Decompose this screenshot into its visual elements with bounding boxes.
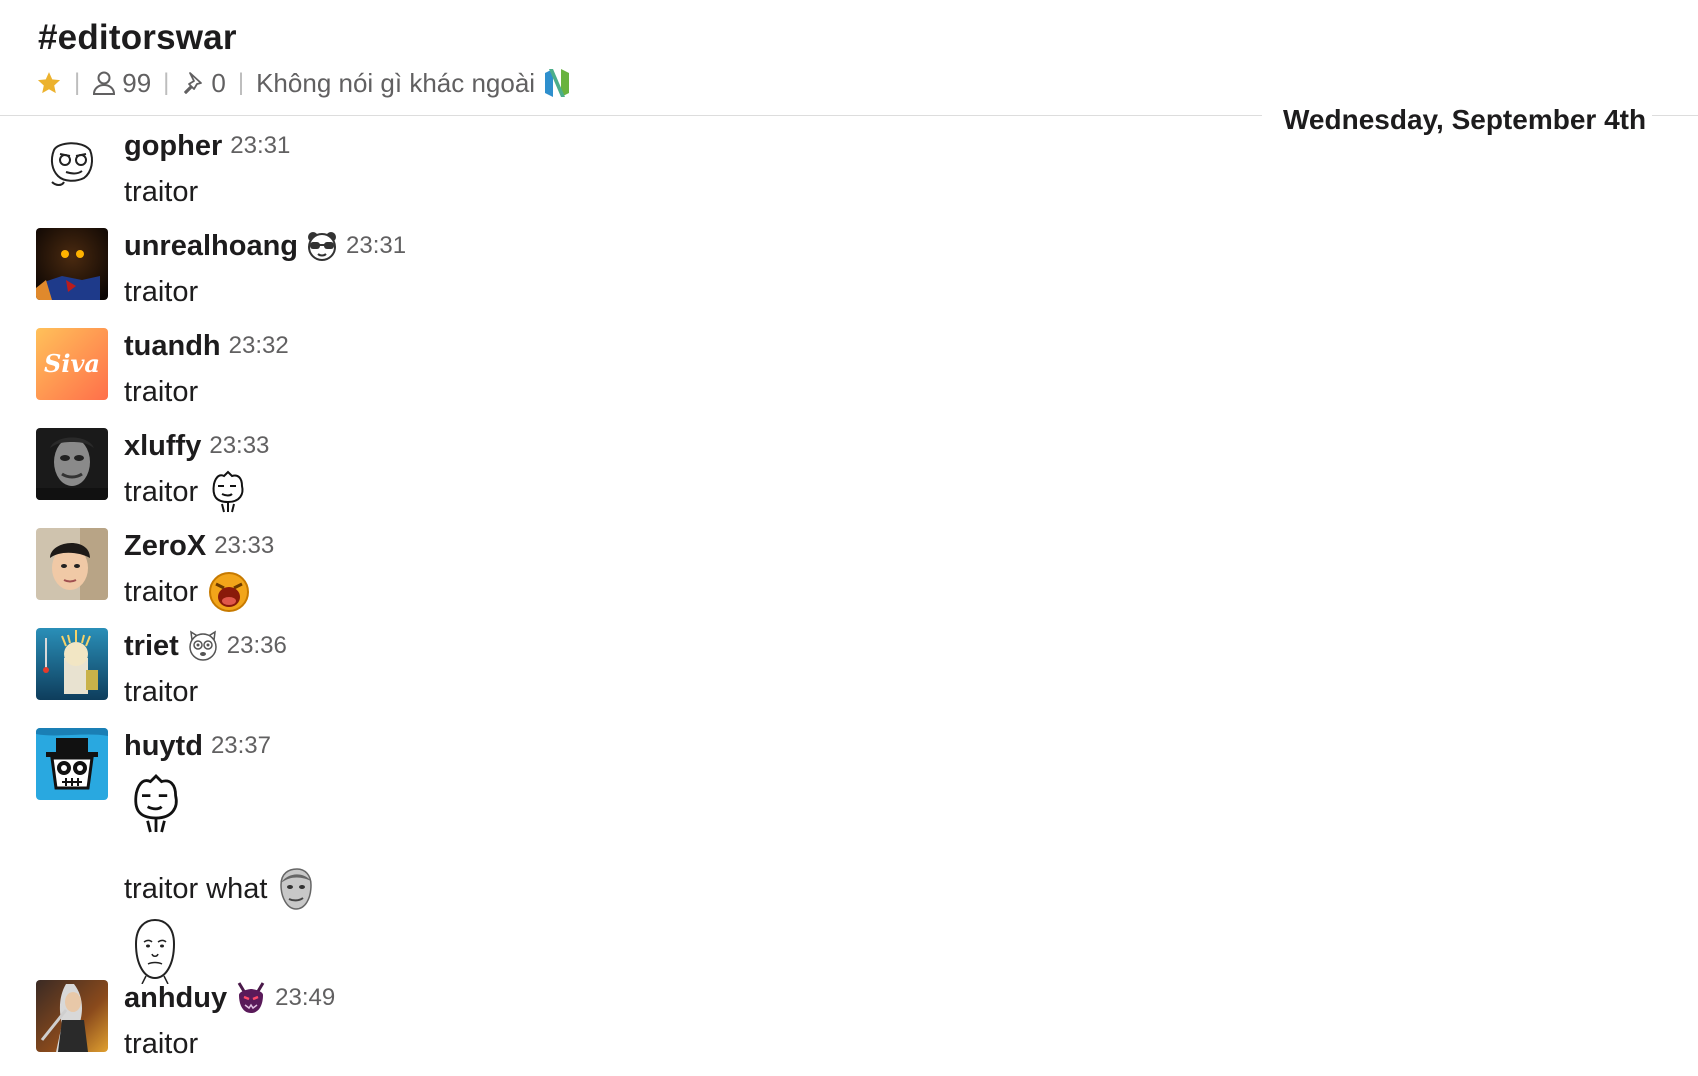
message-text: traitor what (124, 872, 268, 905)
message-header: xluffy 23:33 (124, 428, 269, 464)
message-text: traitor (124, 675, 199, 708)
member-count: 99 (122, 67, 152, 98)
avatar[interactable] (36, 228, 108, 300)
timestamp[interactable]: 23:32 (229, 332, 289, 360)
message-text: traitor (124, 375, 199, 408)
message-text: traitor (124, 175, 199, 208)
username[interactable]: huytd (124, 730, 203, 763)
meta-separator: | (237, 69, 245, 96)
pin-count: 0 (211, 67, 226, 98)
illustration-avatar (36, 628, 108, 700)
black-mage-avatar (36, 228, 108, 300)
divider-line (0, 115, 1262, 116)
username[interactable]: triet (124, 630, 179, 663)
avatar[interactable] (36, 428, 108, 500)
username[interactable]: xluffy (124, 430, 201, 463)
message-text: traitor (124, 275, 199, 308)
message-text: traitor (124, 575, 199, 608)
channel-header: #editorswar | 99 | 0 | Không nói gì khác… (0, 0, 1698, 135)
avatar[interactable] (36, 628, 108, 700)
doodle-face-emoji[interactable] (128, 772, 184, 841)
timestamp[interactable]: 23:31 (230, 132, 290, 160)
purple-demon-icon[interactable] (235, 981, 267, 1015)
kappa-face-emoji[interactable] (277, 867, 315, 911)
avatar[interactable] (36, 528, 108, 600)
siva-logo-avatar: Siva (36, 328, 108, 400)
message-header: anhduy 23:49 (124, 980, 335, 1016)
star-icon[interactable] (36, 70, 62, 96)
pins-button[interactable]: 0 (181, 67, 226, 99)
members-button[interactable]: 99 (92, 68, 151, 99)
message-header: unrealhoang 23:31 (124, 228, 406, 264)
warrior-art-avatar (36, 980, 108, 1052)
message-header: huytd 23:37 (124, 728, 271, 764)
day-divider-label: Wednesday, September 4th (1283, 104, 1647, 135)
message-body: traitor (124, 470, 248, 514)
channel-topic[interactable]: Không nói gì khác ngoài (256, 68, 535, 99)
divider-line (1652, 115, 1698, 116)
message-body: traitor what (124, 867, 315, 911)
timestamp[interactable]: 23:33 (214, 532, 274, 560)
timestamp[interactable]: 23:37 (211, 732, 271, 760)
cat-face-icon[interactable] (187, 630, 219, 662)
doodle-face-emoji[interactable] (208, 470, 248, 514)
neovim-logo-icon (543, 67, 571, 99)
avatar[interactable]: Siva (36, 328, 108, 400)
avatar[interactable] (36, 980, 108, 1052)
username[interactable]: gopher (124, 130, 222, 163)
username[interactable]: unrealhoang (124, 230, 298, 263)
avatar[interactable] (36, 128, 108, 200)
avatar[interactable] (36, 728, 108, 800)
meta-separator: | (163, 69, 170, 96)
username[interactable]: anhduy (124, 982, 227, 1015)
pin-icon (184, 72, 203, 94)
avatar-logo-text: Siva (44, 349, 100, 378)
message-header: ZeroX 23:33 (124, 528, 274, 564)
message-header: gopher 23:31 (124, 128, 290, 164)
joker-photo-avatar (36, 428, 108, 500)
message-header: triet 23:36 (124, 628, 287, 664)
channel-meta: | 99 | 0 | Không nói gì khác ngoài (36, 66, 571, 100)
meta-separator: | (74, 69, 81, 96)
okay-face-emoji[interactable] (132, 918, 178, 989)
rage-face-avatar (36, 128, 108, 200)
person-icon (93, 71, 116, 95)
timestamp[interactable]: 23:31 (346, 232, 406, 260)
timestamp[interactable]: 23:36 (227, 632, 287, 660)
message-header: tuandh 23:32 (124, 328, 289, 364)
username[interactable]: ZeroX (124, 530, 206, 563)
username[interactable]: tuandh (124, 330, 221, 363)
timestamp[interactable]: 23:33 (209, 432, 269, 460)
person-photo-avatar (36, 528, 108, 600)
message-text: traitor (124, 1027, 199, 1060)
shouting-face-emoji[interactable] (208, 572, 250, 612)
channel-title[interactable]: #editorswar (38, 18, 237, 58)
timestamp[interactable]: 23:49 (275, 984, 335, 1012)
message-text: traitor (124, 475, 199, 508)
panda-sunglasses-icon[interactable] (306, 230, 338, 262)
message-body: traitor (124, 572, 250, 612)
hat-skull-avatar (36, 728, 108, 800)
